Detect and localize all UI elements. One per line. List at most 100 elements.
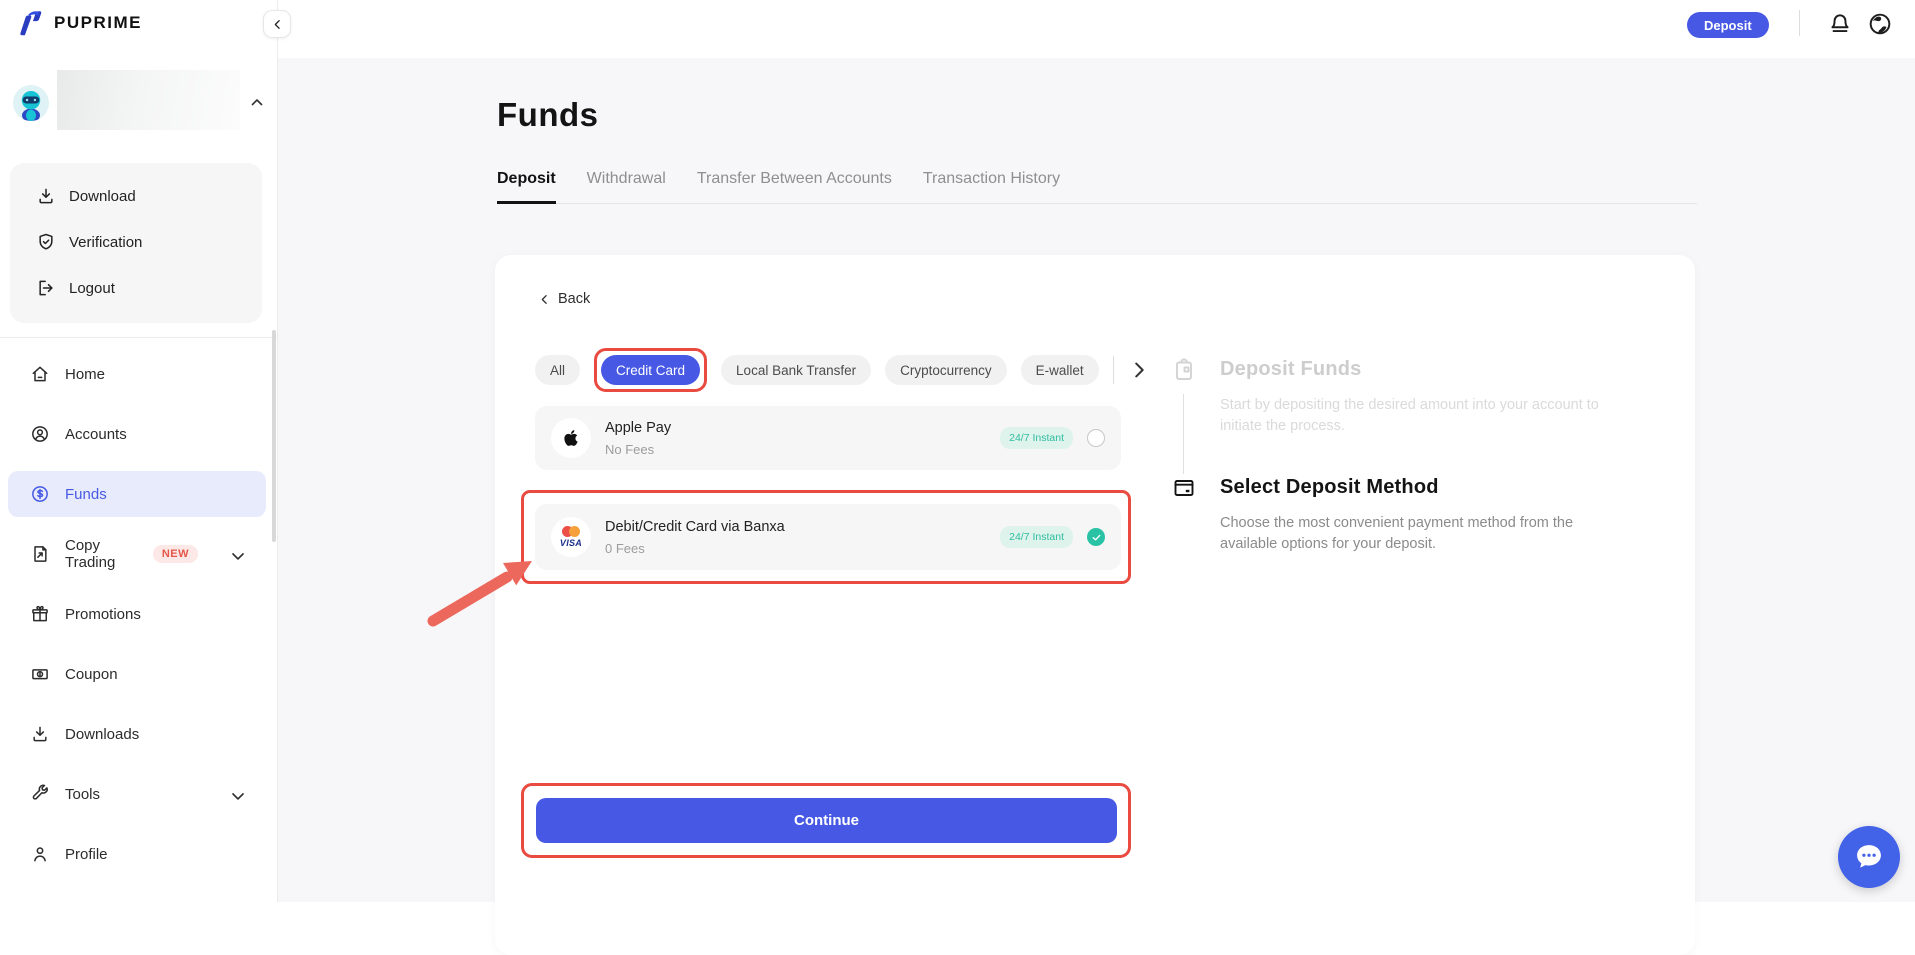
brand-logo[interactable]: PUPRIME xyxy=(16,8,142,38)
visa-mastercard-icon: VISA xyxy=(551,517,591,557)
coupon-icon xyxy=(30,664,50,684)
tab-transfer-between-accounts[interactable]: Transfer Between Accounts xyxy=(697,170,892,203)
language-globe-icon[interactable] xyxy=(1867,11,1893,37)
new-badge: NEW xyxy=(153,545,198,563)
sidebar-item-label: Funds xyxy=(65,486,107,503)
sidebar-item-accounts[interactable]: Accounts xyxy=(8,411,266,457)
chevron-down-icon xyxy=(228,546,244,562)
step-description: Start by depositing the desired amount i… xyxy=(1220,395,1610,437)
home-icon xyxy=(30,364,50,384)
download-icon xyxy=(36,186,56,206)
filter-chip-e-wallet[interactable]: E-wallet xyxy=(1021,355,1099,385)
menu-item-verification[interactable]: Verification xyxy=(10,219,262,265)
sidebar-item-label: Profile xyxy=(65,846,108,863)
dollar-circle-icon xyxy=(30,484,50,504)
continue-button[interactable]: Continue xyxy=(536,798,1117,843)
sidebar-item-label: Tools xyxy=(65,786,100,803)
sidebar-item-label: Copy Trading xyxy=(65,537,142,571)
step-connector-line xyxy=(1183,394,1184,474)
wrench-icon xyxy=(30,784,50,804)
menu-item-label: Logout xyxy=(69,280,115,297)
sidebar-item-label: Coupon xyxy=(65,666,118,683)
page-title: Funds xyxy=(497,96,598,134)
deposit-button[interactable]: Deposit xyxy=(1687,12,1769,38)
sidebar-item-tools[interactable]: Tools xyxy=(8,771,266,817)
payment-filter-chips: All Credit Card Local Bank Transfer Cryp… xyxy=(535,345,1150,395)
apple-pay-icon xyxy=(551,418,591,458)
gift-icon xyxy=(30,604,50,624)
deposit-panel: Back All Credit Card Local Bank Transfer… xyxy=(495,255,1695,955)
puprime-logo-icon xyxy=(16,8,46,38)
menu-item-label: Verification xyxy=(69,234,142,251)
method-fees: No Fees xyxy=(605,442,1000,457)
sidebar-item-label: Promotions xyxy=(65,606,141,623)
instant-badge: 24/7 Instant xyxy=(1000,427,1073,449)
step-deposit-funds: Deposit Funds Start by depositing the de… xyxy=(1172,358,1592,437)
sidebar-item-label: Downloads xyxy=(65,726,139,743)
copy-trading-icon xyxy=(30,544,50,564)
method-row-banxa-card[interactable]: VISA Debit/Credit Card via Banxa 0 Fees … xyxy=(535,504,1121,570)
avatar xyxy=(13,85,49,121)
clipboard-icon xyxy=(1172,358,1196,382)
menu-item-logout[interactable]: Logout xyxy=(10,265,262,311)
sidebar-scrollbar[interactable] xyxy=(272,330,276,542)
sidebar-item-promotions[interactable]: Promotions xyxy=(8,591,266,637)
sidebar-nav: Home Accounts Funds Copy Trading NEW Pro… xyxy=(8,351,266,891)
brand-name: PUPRIME xyxy=(54,13,142,33)
sidebar-collapse-button[interactable] xyxy=(263,10,291,38)
filter-chip-cryptocurrency[interactable]: Cryptocurrency xyxy=(885,355,1007,385)
sidebar-item-label: Home xyxy=(65,366,105,383)
chevron-left-icon xyxy=(538,293,551,306)
download-icon xyxy=(30,724,50,744)
sidebar-item-profile[interactable]: Profile xyxy=(8,831,266,877)
method-check-selected[interactable] xyxy=(1087,528,1105,546)
user-circle-icon xyxy=(30,424,50,444)
payment-card-icon xyxy=(1172,476,1196,500)
menu-item-label: Download xyxy=(69,188,136,205)
method-row-apple-pay[interactable]: Apple Pay No Fees 24/7 Instant xyxy=(535,406,1121,470)
tab-withdrawal[interactable]: Withdrawal xyxy=(587,170,666,203)
tab-transaction-history[interactable]: Transaction History xyxy=(923,170,1060,203)
instant-badge: 24/7 Instant xyxy=(1000,526,1073,548)
account-dropdown-menu: Download Verification Logout xyxy=(10,163,262,323)
topbar: Deposit xyxy=(278,0,1915,58)
step-title: Select Deposit Method xyxy=(1220,476,1439,499)
step-description: Choose the most convenient payment metho… xyxy=(1220,513,1610,555)
menu-item-download[interactable]: Download xyxy=(10,173,262,219)
filter-chip-credit-card[interactable]: Credit Card xyxy=(601,355,700,385)
filter-chip-all[interactable]: All xyxy=(535,355,580,385)
account-name-skeleton xyxy=(57,70,240,130)
sidebar-item-funds[interactable]: Funds xyxy=(8,471,266,517)
method-radio-unselected[interactable] xyxy=(1087,429,1105,447)
sidebar: PUPRIME Download xyxy=(0,0,278,902)
method-name: Debit/Credit Card via Banxa xyxy=(605,519,1000,535)
chevron-right-icon[interactable] xyxy=(1128,359,1150,381)
sidebar-item-copy-trading[interactable]: Copy Trading NEW xyxy=(8,531,266,577)
sidebar-item-coupon[interactable]: Coupon xyxy=(8,651,266,697)
tab-deposit[interactable]: Deposit xyxy=(497,170,556,203)
main-content: Funds Deposit Withdrawal Transfer Betwee… xyxy=(278,58,1915,902)
chevron-up-icon xyxy=(248,94,266,112)
step-title: Deposit Funds xyxy=(1220,358,1362,381)
method-name: Apple Pay xyxy=(605,420,1000,436)
annotation-box-credit-card: Credit Card xyxy=(594,348,707,392)
sidebar-item-downloads[interactable]: Downloads xyxy=(8,711,266,757)
chevron-down-icon xyxy=(228,786,244,802)
sidebar-item-label: Accounts xyxy=(65,426,127,443)
shield-check-icon xyxy=(36,232,56,252)
method-fees: 0 Fees xyxy=(605,541,1000,556)
filter-chip-local-bank-transfer[interactable]: Local Bank Transfer xyxy=(721,355,871,385)
chips-divider xyxy=(1113,356,1114,384)
topbar-divider xyxy=(1799,10,1800,36)
funds-tabs: Deposit Withdrawal Transfer Between Acco… xyxy=(497,170,1697,204)
step-select-deposit-method: Select Deposit Method Choose the most co… xyxy=(1172,476,1592,555)
back-link[interactable]: Back xyxy=(538,291,590,307)
notifications-bell-icon[interactable] xyxy=(1827,11,1853,37)
back-label: Back xyxy=(558,291,590,307)
chat-support-button[interactable] xyxy=(1838,826,1900,888)
sidebar-divider xyxy=(0,337,278,338)
logout-icon xyxy=(36,278,56,298)
person-icon xyxy=(30,844,50,864)
profile-summary[interactable] xyxy=(0,62,278,132)
sidebar-item-home[interactable]: Home xyxy=(8,351,266,397)
